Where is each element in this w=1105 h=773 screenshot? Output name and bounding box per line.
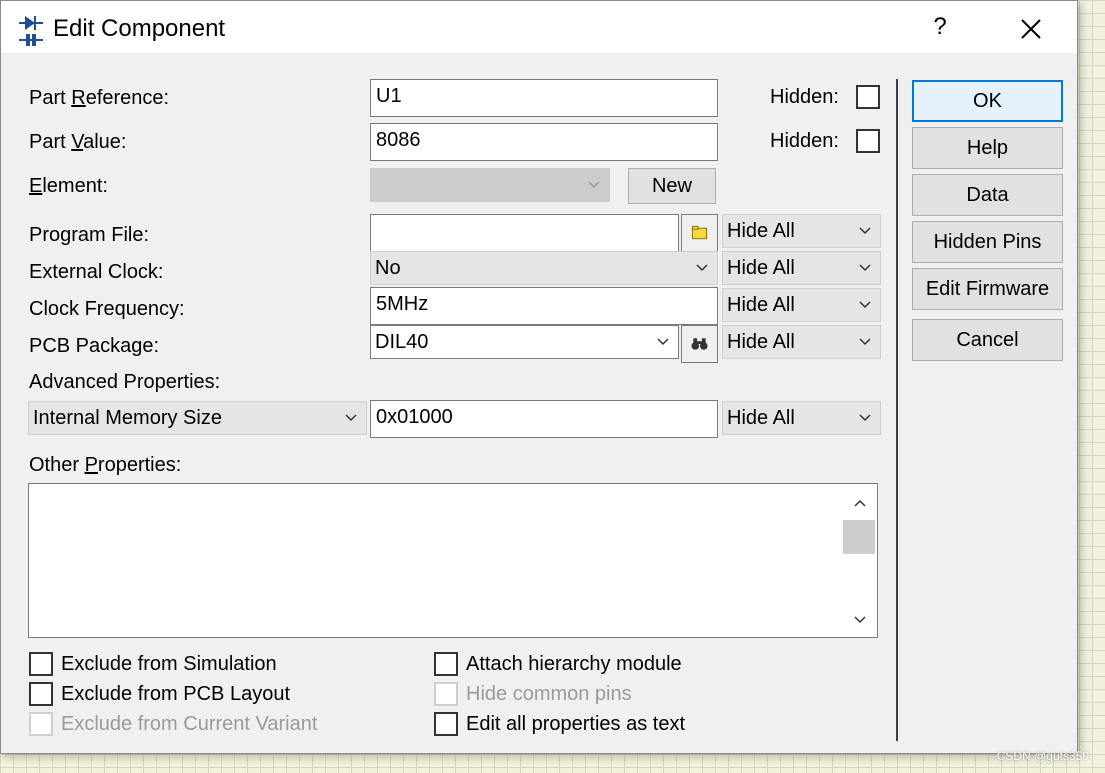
hidden-pins-button[interactable]: Hidden Pins	[912, 221, 1063, 263]
ok-button[interactable]: OK	[912, 80, 1063, 122]
part-reference-input[interactable]: U1	[370, 79, 718, 117]
chevron-down-icon	[657, 338, 669, 346]
program-file-input[interactable]	[370, 214, 679, 252]
title-bar: Edit Component ?	[1, 1, 1077, 53]
edit-component-dialog: Edit Component ? Part Reference: U1 Hidd…	[0, 0, 1078, 754]
other-properties-textarea[interactable]	[28, 483, 878, 638]
edit-firmware-button[interactable]: Edit Firmware	[912, 268, 1063, 310]
chevron-down-icon	[696, 264, 708, 272]
component-icon	[19, 16, 43, 46]
external-clock-select[interactable]: No	[370, 251, 718, 285]
hide-common-pins-label: Hide common pins	[466, 683, 632, 705]
part-reference-label: Part Reference:	[29, 87, 170, 109]
chevron-down-icon	[345, 414, 357, 422]
cancel-button[interactable]: Cancel	[912, 319, 1063, 361]
scroll-down-icon[interactable]	[853, 613, 867, 627]
browse-file-button[interactable]	[681, 214, 718, 252]
close-icon[interactable]	[1011, 9, 1051, 49]
program-file-visibility-select[interactable]: Hide All	[722, 214, 881, 248]
part-value-input[interactable]: 8086	[370, 123, 718, 161]
edit-as-text-label: Edit all properties as text	[466, 713, 685, 735]
advanced-property-select[interactable]: Internal Memory Size	[28, 401, 367, 435]
program-file-label: Program File:	[29, 224, 150, 246]
attach-hierarchy-checkbox[interactable]	[434, 652, 458, 676]
clock-frequency-input[interactable]: 5MHz	[370, 287, 718, 325]
scroll-up-icon[interactable]	[853, 496, 867, 510]
chevron-down-icon	[588, 181, 600, 189]
exclude-pcb-label: Exclude from PCB Layout	[61, 683, 290, 705]
new-element-button[interactable]: New	[628, 168, 716, 204]
part-value-hidden-checkbox[interactable]	[856, 129, 880, 153]
chevron-down-icon	[859, 414, 871, 422]
browse-package-button[interactable]	[681, 325, 718, 363]
pcb-package-label: PCB Package:	[29, 335, 160, 357]
exclude-simulation-label: Exclude from Simulation	[61, 653, 277, 675]
advanced-property-value-input[interactable]: 0x01000	[370, 400, 718, 438]
part-reference-hidden-label: Hidden:	[770, 86, 839, 108]
chevron-down-icon	[859, 264, 871, 272]
advanced-property-visibility-select[interactable]: Hide All	[722, 401, 881, 435]
help-button[interactable]: Help	[912, 127, 1063, 169]
advanced-properties-label: Advanced Properties:	[29, 371, 221, 393]
part-reference-hidden-checkbox[interactable]	[856, 85, 880, 109]
other-properties-scrollbar[interactable]	[843, 484, 877, 637]
external-clock-label: External Clock:	[29, 261, 164, 283]
window-title: Edit Component	[53, 15, 226, 42]
exclude-simulation-checkbox[interactable]	[29, 652, 53, 676]
element-label: Element:	[29, 175, 108, 197]
help-icon[interactable]: ?	[926, 13, 954, 43]
attach-hierarchy-label: Attach hierarchy module	[466, 653, 682, 675]
exclude-variant-label: Exclude from Current Variant	[61, 713, 318, 735]
part-value-hidden-label: Hidden:	[770, 130, 839, 152]
other-properties-label: Other Properties:	[29, 454, 182, 476]
clock-frequency-visibility-select[interactable]: Hide All	[722, 288, 881, 322]
folder-icon	[691, 225, 708, 240]
chevron-down-icon	[859, 301, 871, 309]
watermark: CSDN @guts350	[996, 749, 1089, 763]
external-clock-visibility-select[interactable]: Hide All	[722, 251, 881, 285]
chevron-down-icon	[859, 227, 871, 235]
pcb-package-visibility-select[interactable]: Hide All	[722, 325, 881, 359]
pcb-package-select[interactable]: DIL40	[370, 325, 679, 359]
chevron-down-icon	[859, 338, 871, 346]
clock-frequency-label: Clock Frequency:	[29, 298, 185, 320]
data-button[interactable]: Data	[912, 174, 1063, 216]
vertical-divider	[896, 79, 898, 741]
hide-common-pins-checkbox	[434, 682, 458, 706]
exclude-pcb-checkbox[interactable]	[29, 682, 53, 706]
element-select[interactable]	[370, 168, 610, 202]
part-value-label: Part Value:	[29, 131, 127, 153]
scrollbar-thumb[interactable]	[843, 520, 875, 554]
binoculars-icon	[691, 338, 708, 350]
edit-as-text-checkbox[interactable]	[434, 712, 458, 736]
exclude-variant-checkbox	[29, 712, 53, 736]
